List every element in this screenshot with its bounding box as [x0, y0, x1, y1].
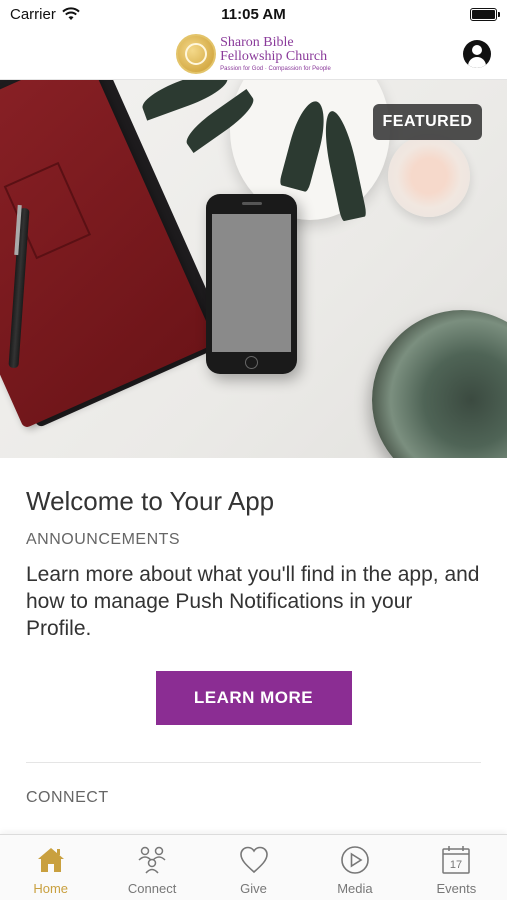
- people-icon: [138, 846, 166, 874]
- card-description: Learn more about what you'll find in the…: [26, 563, 480, 640]
- carrier-label: Carrier: [10, 5, 56, 23]
- logo-name-line1: Sharon Bible: [220, 34, 294, 50]
- featured-image[interactable]: FEATURED: [0, 80, 507, 458]
- tab-media[interactable]: Media: [304, 835, 405, 900]
- logo-text: Sharon Bible Fellowship Church Passion f…: [220, 34, 331, 72]
- tab-home-label: Home: [33, 881, 69, 896]
- candle: [388, 135, 470, 217]
- tab-give-label: Give: [240, 881, 267, 896]
- app-header: Sharon Bible Fellowship Church Passion f…: [0, 28, 507, 80]
- home-icon: [37, 848, 64, 872]
- divider: [26, 762, 481, 763]
- tab-events-label: Events: [436, 881, 477, 896]
- logo-tagline: Passion for God · Compassion for People: [220, 65, 331, 72]
- tab-bar: Home Connect Give Media 17 Events: [0, 834, 507, 900]
- tab-connect[interactable]: Connect: [101, 835, 202, 900]
- wifi-icon: [62, 7, 80, 20]
- tab-give[interactable]: Give: [203, 835, 304, 900]
- card-category: ANNOUNCEMENTS: [26, 531, 181, 548]
- tab-connect-label: Connect: [127, 881, 177, 896]
- status-bar: Carrier 11:05 AM: [0, 0, 507, 28]
- play-icon: [341, 846, 369, 874]
- profile-icon[interactable]: [463, 40, 491, 68]
- featured-badge: FEATURED: [373, 104, 482, 140]
- learn-more-button[interactable]: LEARN MORE: [155, 671, 352, 725]
- smartphone: [206, 194, 297, 374]
- card-title[interactable]: Welcome to Your App: [26, 486, 481, 517]
- calendar-day: 17: [450, 859, 462, 871]
- church-logo: Sharon Bible Fellowship Church Passion f…: [176, 33, 331, 74]
- logo-name-line2: Fellowship Church: [220, 48, 328, 64]
- battery-icon: [470, 7, 500, 21]
- tab-home[interactable]: Home: [0, 835, 101, 900]
- tab-media-label: Media: [337, 881, 373, 896]
- logo-emblem-icon: [176, 33, 217, 74]
- tab-events[interactable]: 17 Events: [406, 835, 507, 900]
- calendar-icon: 17: [442, 846, 471, 874]
- heart-icon: [239, 846, 268, 874]
- status-left: Carrier: [10, 6, 80, 23]
- succulent: [372, 310, 507, 458]
- connect-section-label: CONNECT: [26, 789, 109, 806]
- plant-leaves: [138, 80, 380, 222]
- content-card: Welcome to Your App ANNOUNCEMENTS Learn …: [0, 458, 507, 807]
